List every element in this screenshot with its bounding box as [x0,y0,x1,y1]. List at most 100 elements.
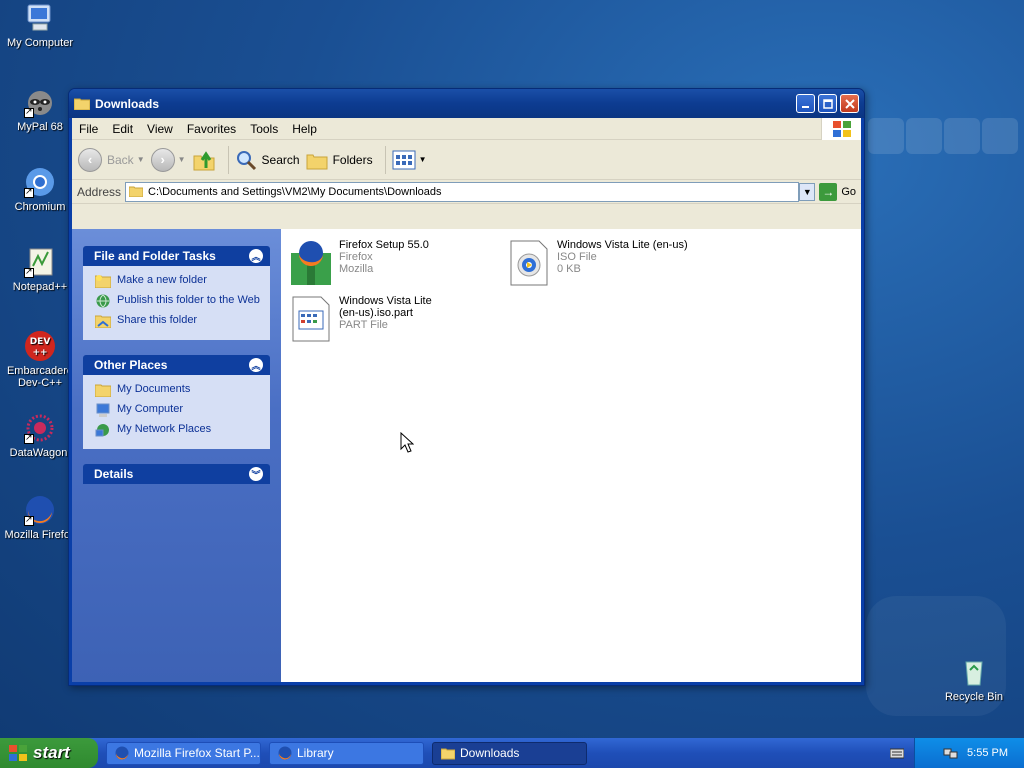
menu-favorites[interactable]: Favorites [180,122,243,136]
chevron-down-icon[interactable]: ︾ [249,467,263,481]
place-my-network-places[interactable]: My Network Places [95,423,260,437]
desktop-decoration [906,118,942,154]
desktop-icon-my-computer[interactable]: My Computer [0,2,80,49]
firefox-icon [115,746,129,760]
firefox-icon [24,494,56,526]
windows-logo-icon [821,118,861,140]
new-folder-icon [95,275,111,288]
clock[interactable]: 5:55 PM [967,747,1008,759]
network-icon [95,424,109,437]
menu-edit[interactable]: Edit [105,122,140,136]
file-folder-tasks-header[interactable]: File and Folder Tasks ︽ [83,246,270,266]
views-button[interactable]: ▼ [392,150,427,170]
recycle-bin-icon [958,656,990,688]
maximize-button[interactable] [818,94,837,113]
address-dropdown-button[interactable]: ▼ [799,182,816,201]
task-publish-to-web[interactable]: Publish this folder to the Web [95,294,260,308]
menu-view[interactable]: View [140,122,180,136]
firefox-installer-icon [291,241,331,285]
address-value: C:\Documents and Settings\VM2\My Documen… [148,185,442,198]
toolbar-separator [227,145,229,174]
desktop-icon-recycle-bin[interactable]: Recycle Bin [934,656,1014,703]
address-bar: Address C:\Documents and Settings\VM2\My… [72,180,861,204]
minimize-button[interactable] [796,94,815,113]
file-list[interactable]: Firefox Setup 55.0 Firefox Mozilla Windo… [281,229,861,682]
details-header[interactable]: Details ︾ [83,464,270,484]
file-item[interactable]: Windows Vista Lite (en-us) ISO File 0 KB [507,239,717,287]
place-label: My Network Places [117,423,212,435]
task-label: Publish this folder to the Web [117,294,260,306]
task-label: Share this folder [117,314,198,326]
up-folder-button[interactable] [192,148,216,172]
place-my-documents[interactable]: My Documents [95,383,260,397]
part-file-icon [292,296,330,342]
file-name: Windows Vista Lite (en-us).iso.part [339,295,432,319]
title-bar[interactable]: Downloads [69,89,864,118]
window-title: Downloads [95,96,160,111]
search-button[interactable]: Search [235,149,300,171]
taskbar-item-label: Downloads [460,746,520,760]
file-type: ISO File [557,251,597,263]
close-button[interactable] [840,94,859,113]
folders-button[interactable]: Folders [306,150,373,170]
chevron-down-icon: ▼ [802,186,812,197]
desktop-decoration [868,118,904,154]
chevron-down-icon[interactable]: ▼ [137,155,145,164]
back-arrow-icon: ‹ [78,147,102,172]
panel-title: Details [94,467,134,481]
search-label: Search [261,152,300,167]
forward-button[interactable]: › ▼ [150,147,186,172]
place-my-computer[interactable]: My Computer [95,403,260,417]
chevron-up-icon[interactable]: ︽ [249,249,263,263]
computer-icon [24,2,56,34]
folder-icon [95,384,111,397]
other-places-header[interactable]: Other Places ︽ [83,355,270,375]
start-button[interactable]: start [0,738,98,768]
taskbar-item-firefox[interactable]: Mozilla Firefox Start P... [106,741,261,765]
task-share-folder[interactable]: Share this folder [95,314,260,328]
file-folder-tasks-panel: File and Folder Tasks ︽ Make a new folde… [83,246,270,340]
chevron-down-icon[interactable]: ▼ [178,155,186,164]
toolbar-separator [384,145,386,174]
shortcut-arrow-icon [24,106,34,118]
file-type: PART File [339,319,388,331]
mouse-cursor-icon [400,432,414,453]
go-arrow-icon: → [819,182,838,201]
taskbar-item-library[interactable]: Library [269,741,424,765]
devcpp-icon: DEV ++ [24,330,56,362]
file-item[interactable]: Firefox Setup 55.0 Firefox Mozilla [289,239,499,287]
folder-icon [441,748,455,760]
task-make-new-folder[interactable]: Make a new folder [95,274,260,288]
shortcut-arrow-icon [24,186,34,198]
windows-logo-icon [9,745,27,761]
address-input[interactable]: C:\Documents and Settings\VM2\My Documen… [125,181,800,202]
toolbar: ‹ Back ▼ › ▼ Search Folders ▼ [72,140,861,180]
keyboard-icon[interactable] [890,746,904,760]
file-name: Firefox Setup 55.0 [339,239,429,251]
start-label: start [33,743,70,762]
folder-icon [73,97,91,111]
taskbar-item-label: Library [297,746,334,760]
back-label: Back [107,152,134,167]
close-icon [844,98,855,109]
file-company: Mozilla [339,263,374,275]
menu-tools[interactable]: Tools [243,122,285,136]
computer-icon [96,403,110,417]
shortcut-arrow-icon [24,514,34,526]
up-folder-icon [193,150,215,170]
network-tray-icon[interactable] [943,745,959,761]
menu-bar: File Edit View Favorites Tools Help [72,118,861,140]
views-icon [392,150,416,169]
chevron-up-icon[interactable]: ︽ [249,358,263,372]
back-button[interactable]: ‹ Back ▼ [78,147,145,172]
explorer-window[interactable]: Downloads File Edit View Favorites Tools… [68,88,865,686]
menu-help[interactable]: Help [285,122,324,136]
taskbar-item-downloads[interactable]: Downloads [432,741,587,765]
globe-icon [96,294,110,308]
minimize-icon [801,105,809,108]
go-button[interactable]: → Go [819,182,856,201]
other-places-panel: Other Places ︽ My Documents My Computer [83,355,270,449]
maximize-icon [822,98,833,109]
menu-file[interactable]: File [72,122,105,136]
file-item[interactable]: Windows Vista Lite (en-us).iso.part PART… [289,295,459,343]
